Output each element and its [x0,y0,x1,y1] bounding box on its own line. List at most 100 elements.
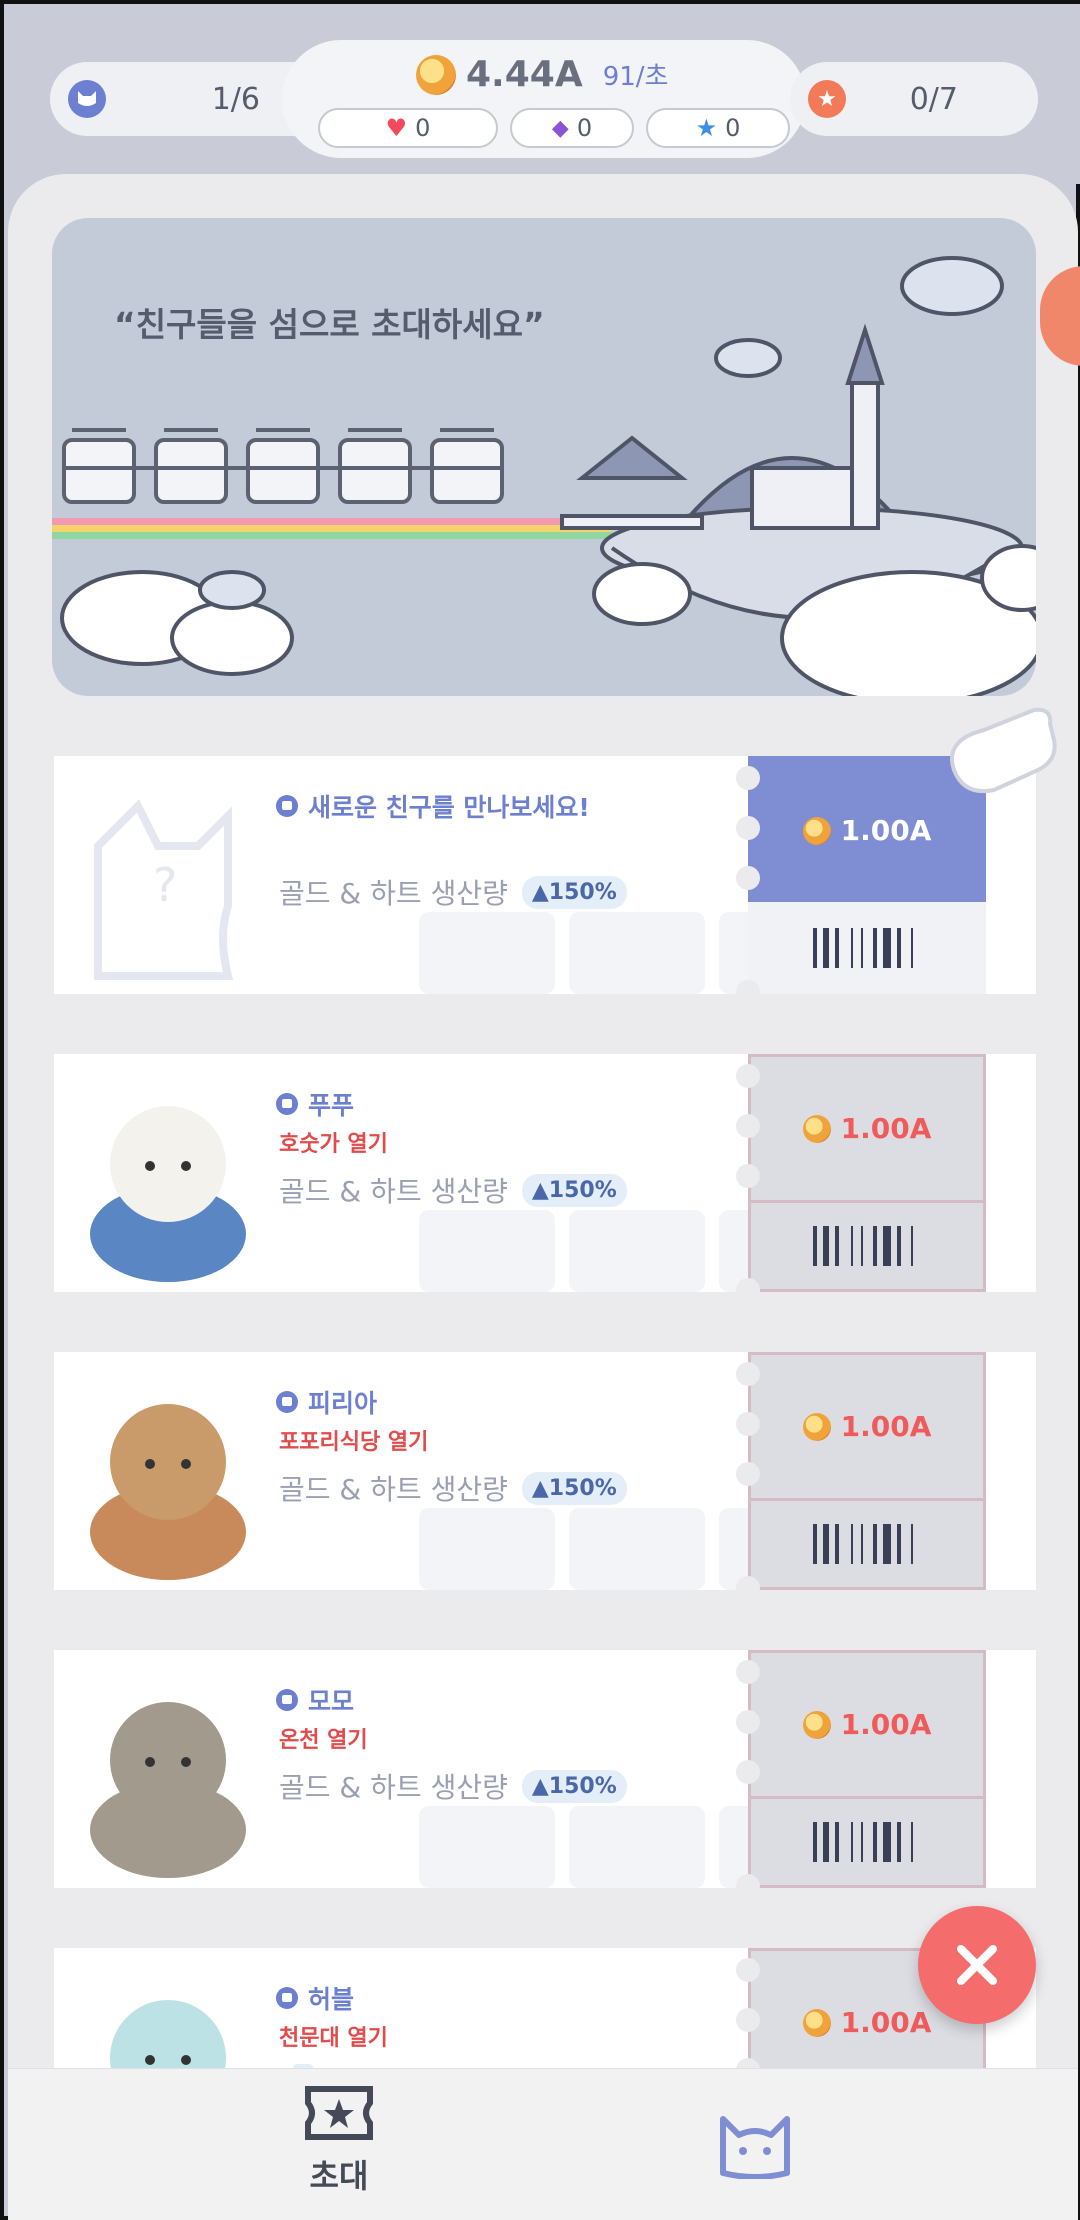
hearts-count: 0 [415,114,431,142]
unlock-requirement: 온천 열기 [279,1728,368,1753]
price-button[interactable]: 1.00A [748,1352,986,1498]
coin-icon [802,816,831,845]
ticket-notch [736,1958,760,1982]
production-row: 골드 & 하트 생산량 ▲150% [279,872,627,912]
barcode [748,1498,986,1590]
price-value: 1.00A [840,1708,932,1741]
barcode-icon [813,1822,913,1862]
friend-name: 새로운 친구를 만나보세요! [276,788,590,824]
price-button[interactable]: 1.00A [748,1054,986,1200]
friends-count: 1/6 [211,81,260,117]
friend-tag-icon [276,1093,298,1115]
gems-count: 0 [576,114,593,142]
production-row: 골드 & 하트 생산량 ▲150% [279,1170,627,1210]
invite-ticket-button[interactable]: 1.00A [736,1054,1036,1302]
ticket-notch [736,1874,760,1898]
production-boost: ▲150% [521,1173,627,1207]
production-boost: ▲150% [521,1769,627,1803]
friend-avatar: ? [94,799,234,980]
friend-name: 피리아 [276,1384,377,1420]
production-label: 골드 & 하트 생산량 [279,1175,508,1208]
unlock-requirement: 포포리식당 열기 [279,1430,429,1455]
production-label: 골드 & 하트 생산량 [279,1473,508,1506]
production-boost: ▲150% [521,875,627,909]
ticket-notch [736,1362,760,1386]
tab-invite-label: 초대 [309,2157,369,2195]
price-value: 1.00A [840,1112,932,1145]
top-hud: 1/6 4.44A 91/초 ♥ 0 ◆ 0 ★ 0 ★ 0/7 [4,4,1080,184]
gems-counter[interactable]: ◆ 0 [510,108,634,148]
production-label: 골드 & 하트 생산량 [279,877,508,910]
production-label: 골드 & 하트 생산량 [279,1771,508,1804]
ticket-notch [736,1114,760,1138]
gold-value: 4.44A [466,54,583,95]
barcode-icon [813,1226,913,1266]
heart-icon: ♥ [385,114,408,142]
unlock-requirement: 호숫가 열기 [279,1132,388,1157]
friend-name: 허블 [276,1980,354,2016]
stars-counter[interactable]: ★ 0/7 [790,62,1038,136]
friend-tag-icon [276,1689,298,1711]
ticket-notch [736,1576,760,1600]
price-button[interactable]: 1.00A [748,1650,986,1796]
currency-panel: 4.44A 91/초 ♥ 0 ◆ 0 ★ 0 [282,40,806,158]
coin-icon [416,54,456,95]
friend-name: 푸푸 [276,1086,354,1122]
invite-ticket-button[interactable]: 1.00A [736,1352,1036,1600]
price-value: 1.00A [840,814,932,847]
invite-banner: “친구들을 섬으로 초대하세요” [52,218,1036,696]
ticket-notch [736,1660,760,1684]
friend-tag-icon [276,1391,298,1413]
gem-icon: ◆ [551,115,569,141]
svg-text:?: ? [153,858,177,912]
production-row: 골드 & 하트 생산량 ▲150% [279,1468,627,1508]
hearts-counter[interactable]: ♥ 0 [318,108,498,148]
ticket-notch [736,980,760,1004]
close-button[interactable] [918,1906,1036,2024]
coin-icon [802,1710,831,1739]
production-boost: ▲150% [521,1471,627,1505]
coin-icon [802,2008,831,2037]
ticket-notch [736,766,760,790]
star-tickets-count: 0 [725,114,741,142]
star-tickets-counter[interactable]: ★ 0 [646,108,790,148]
coin-icon [802,1114,831,1143]
friend-avatar [90,1106,246,1282]
star-icon: ★ [808,80,846,118]
pointer-hand-icon [950,707,1057,793]
friend-tag-icon [276,795,298,817]
ticket-notch [736,1462,760,1486]
tab-friends[interactable] [680,2109,830,2179]
cat-face-icon [720,2116,790,2179]
ticket-icon [305,2086,373,2140]
friend-avatar [90,1702,246,1878]
invite-ticket-button[interactable]: 1.00A [736,1650,1036,1898]
cat-icon [68,80,106,118]
friend-tag-icon [276,1987,298,2009]
coin-icon [802,1412,831,1441]
ticket-notch [736,866,760,890]
barcode [748,1796,986,1888]
friend-name: 모모 [276,1682,354,1718]
ticket-notch [736,1760,760,1784]
barcode [748,1200,986,1292]
ticket-notch [736,1412,760,1436]
gold-rate: 91/초 [602,62,669,92]
production-row: 골드 & 하트 생산량 ▲150% [279,1766,627,1806]
island-illustration [52,256,1036,696]
ticket-notch [736,816,760,840]
ticket-notch [736,1710,760,1734]
tab-invite[interactable]: 초대 [264,2083,414,2197]
ticket-notch [736,1164,760,1188]
banner-text: “친구들을 섬으로 초대하세요” [114,305,545,344]
close-icon [957,1945,997,1985]
ticket-notch [736,1064,760,1088]
barcode [748,902,986,994]
friend-avatar [90,1404,246,1580]
star-icon: ★ [695,114,718,142]
ticket-notch [736,1278,760,1302]
unlock-requirement: 천문대 열기 [279,2026,388,2051]
stars-count: 0/7 [909,81,958,117]
bottom-nav: 초대 [8,2068,1078,2220]
barcode-icon [813,1524,913,1564]
